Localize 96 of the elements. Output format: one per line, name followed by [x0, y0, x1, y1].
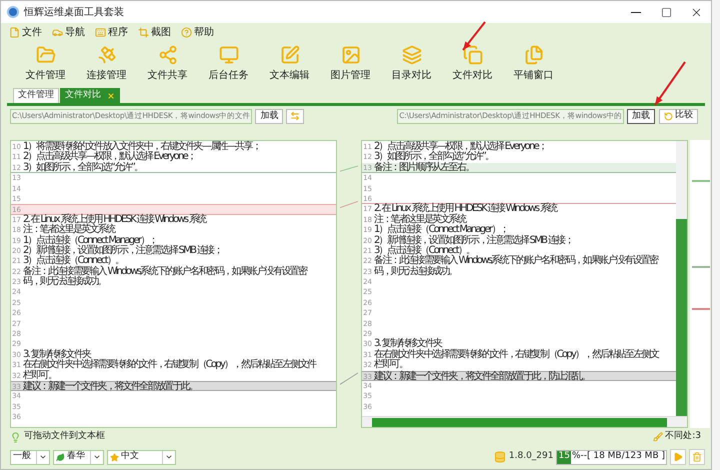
- trash-icon: [692, 452, 702, 462]
- scrollbar-thumb[interactable]: [372, 418, 667, 426]
- line-text: 2. 在 Linux 系统上使用 HHDESK 连接 Windows 系统: [23, 214, 206, 225]
- toolbar-button[interactable]: 文本编辑: [259, 45, 320, 85]
- swap-button[interactable]: [286, 108, 304, 124]
- line-text: 3）点击连接（Connect）。: [374, 246, 475, 256]
- memory-percent: 15: [557, 450, 571, 464]
- satellite-icon: [96, 45, 116, 65]
- vertical-scrollbar[interactable]: [676, 141, 687, 416]
- toolbar-button[interactable]: 后台任务: [198, 45, 259, 85]
- annotation-arrow: [654, 61, 686, 106]
- dropdown-value: 春华: [67, 450, 85, 464]
- toolbar-button[interactable]: 文件管理: [15, 45, 76, 85]
- dropdown[interactable]: 一般: [10, 450, 50, 464]
- line-text: 栏即可。: [23, 370, 56, 381]
- line-text: 备注：此连接需要输入 Windows系统下的账户名和密码，如果账户没有设置密: [374, 256, 658, 266]
- connector-line: [340, 372, 358, 385]
- brush-icon: [653, 432, 664, 442]
- tab[interactable]: 文件管理: [13, 88, 59, 103]
- clear-button[interactable]: [689, 449, 705, 465]
- lightbulb-icon: [10, 432, 21, 442]
- menu-item[interactable]: 帮助: [181, 24, 214, 40]
- line-text: 码，则无法连接成功。: [23, 277, 106, 288]
- monitor-icon: [218, 45, 238, 65]
- line-text: 码，则无法连接成功。: [374, 266, 458, 278]
- line-text: 3）点击连接（Connect）。: [23, 256, 124, 266]
- line-text: 2）新增连接，设置如图所示，注意需选择 SMB 连接；: [23, 246, 222, 256]
- line-text: 建议：新建一个文件夹，将文件全部放置于此，防止混乱。: [374, 372, 590, 380]
- line-text: 2）新增连接，设置如图所示，注意需选择 SMB 连接；: [374, 236, 573, 246]
- line-text: 在右侧文件夹中选择需要转移的文件，右键复制（Copy），然后粘贴至左侧文: [374, 350, 658, 360]
- compare-button[interactable]: 比较: [659, 108, 698, 124]
- help-icon: [181, 26, 192, 38]
- dropdown-value: 中文: [121, 450, 140, 464]
- line-text: 栏即可。: [374, 360, 408, 370]
- connector-line: [340, 200, 358, 208]
- line-text: 1）点击连接（Connect Manager）；: [23, 236, 157, 246]
- load-button[interactable]: 加载: [255, 108, 284, 124]
- tab[interactable]: 文件对比: [60, 88, 120, 103]
- memory-usage: %--[ 18 MB/123 MB ]: [570, 450, 666, 464]
- dropdown-value: 一般: [13, 450, 31, 464]
- swap-icon: [290, 111, 300, 121]
- line-text: 备注：此连接需要输入 Windows系统下的账户名和密码，如果账户没有设置密: [23, 266, 306, 277]
- window-title: 恒辉运维桌面工具套装: [24, 6, 124, 20]
- text-editor[interactable]: [10, 140, 337, 428]
- dropdown[interactable]: 春华: [53, 450, 104, 464]
- keyboard-icon: [95, 26, 106, 38]
- line-text: 3）如图所示，全部勾选“允许”。: [23, 162, 143, 172]
- line-text: 注：笔者这里是英文系统: [374, 214, 466, 225]
- hint-text: 可拖动文件到文本框: [24, 430, 105, 444]
- pen-icon: [280, 45, 300, 65]
- scrollbar-thumb[interactable]: [676, 219, 687, 416]
- line-text: 3. 复制/转移文件夹: [374, 339, 442, 350]
- connector-line: [340, 166, 358, 172]
- line-text: 3. 复制/转移文件夹: [23, 350, 90, 360]
- toolbar-button[interactable]: 文件对比: [442, 45, 503, 85]
- leaf-icon: [56, 452, 65, 462]
- menu-item[interactable]: 截图: [138, 24, 171, 40]
- line-text: 2）点击高级共享—权限，默认选择 Everyone；: [23, 152, 196, 162]
- line-text: 2. 在 Linux 系统上使用 HHDESK 连接 Windows 系统: [374, 204, 556, 214]
- toolbar-button[interactable]: 平铺窗口: [503, 45, 564, 85]
- toolbar-button[interactable]: 图片管理: [320, 45, 381, 85]
- star-icon: [110, 452, 119, 462]
- play-button[interactable]: [670, 449, 686, 465]
- memory-icon: [494, 451, 506, 463]
- version-text: 1.8.0_291: [508, 450, 554, 464]
- close-tab-icon[interactable]: [107, 92, 115, 100]
- stacked-squares-icon: [402, 45, 422, 65]
- load-button[interactable]: 加载: [627, 108, 655, 124]
- difference-count: 不同处:3: [665, 430, 701, 444]
- line-text: 建议：新建一个文件夹，将文件全部放置于此。: [23, 382, 198, 390]
- toolbar-button[interactable]: 文件共享: [137, 45, 198, 85]
- line-text: 备注：图片顺序从左至右。: [374, 162, 474, 172]
- toolbar-button[interactable]: 目录对比: [381, 45, 442, 85]
- menu-item[interactable]: 导航: [52, 24, 85, 40]
- maximize-icon: [660, 6, 672, 18]
- dropdown[interactable]: 中文: [107, 450, 176, 464]
- image-icon: [340, 45, 360, 65]
- crop-icon: [138, 26, 149, 38]
- undo-icon: [664, 112, 673, 120]
- folder-icon: [36, 45, 56, 65]
- menu-item[interactable]: 程序: [95, 24, 128, 40]
- line-text: 注：笔者这里是英文系统: [23, 225, 114, 236]
- annotation-arrow: [462, 21, 486, 51]
- app-icon: [7, 6, 19, 18]
- horizontal-scrollbar[interactable]: [362, 416, 687, 427]
- line-text: 3）如图所示，全部勾选“允许”。: [374, 152, 494, 162]
- share-icon: [158, 45, 178, 65]
- play-icon: [673, 452, 683, 462]
- line-text: 1）点击连接（Connect Manager）；: [374, 225, 508, 236]
- menu-item[interactable]: 文件: [9, 24, 42, 40]
- line-text: 在右侧文件夹中选择需要转移的文件，右键复制（Copy），然后粘贴至左侧文件: [23, 360, 316, 370]
- file-icon: [9, 26, 20, 38]
- copy-icon: [462, 45, 482, 65]
- text-editor[interactable]: [361, 140, 688, 428]
- toolbar-button[interactable]: 连接管理: [76, 45, 137, 85]
- files-icon: [524, 45, 544, 65]
